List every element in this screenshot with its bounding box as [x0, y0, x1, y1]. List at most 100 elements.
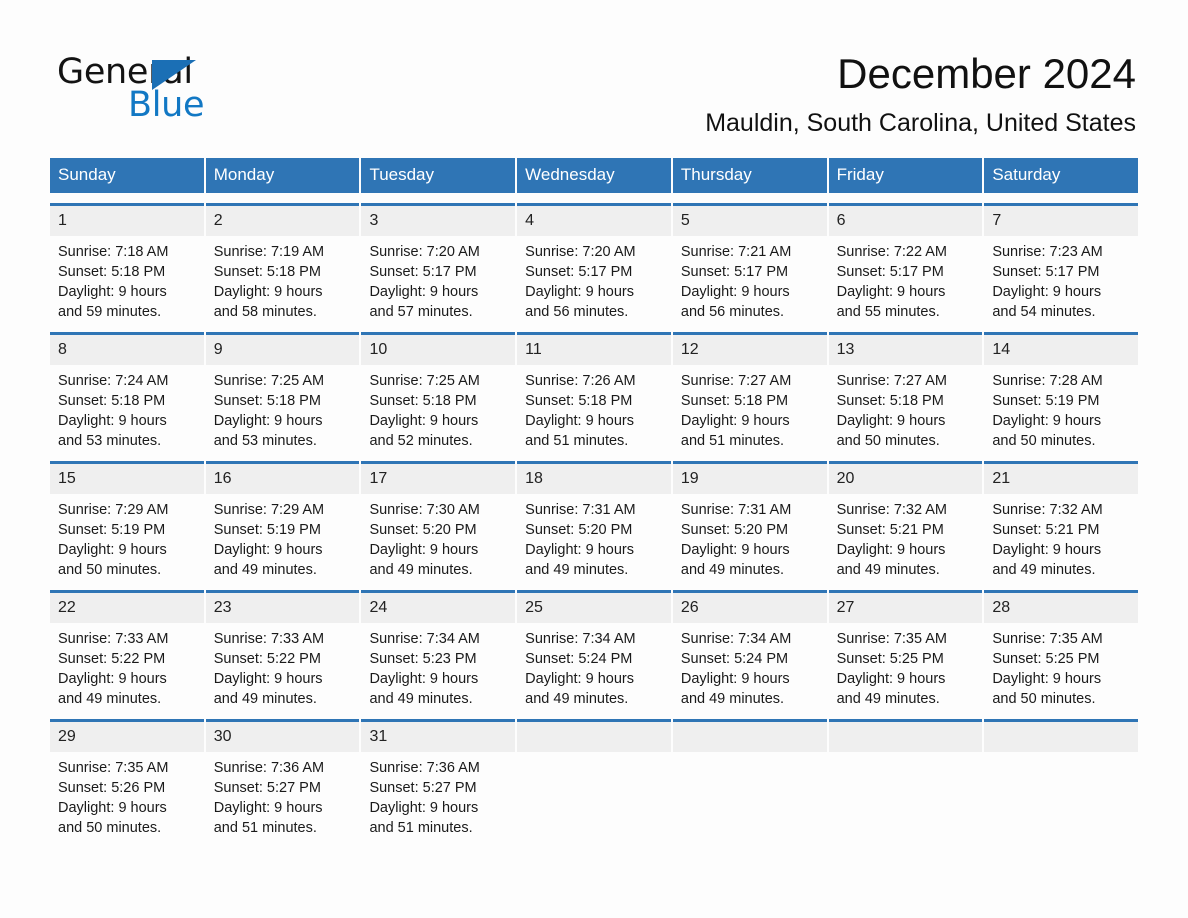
daylight-text-line1: Daylight: 9 hours: [369, 413, 479, 429]
day-number: 8: [50, 335, 204, 365]
sunset-text: Sunset: 5:17 PM: [525, 264, 633, 280]
day-number: 22: [50, 593, 204, 623]
daylight-text-line2: and 57 minutes.: [369, 304, 473, 320]
day-info: Sunrise: 7:31 AM Sunset: 5:20 PM Dayligh…: [517, 494, 671, 580]
day-info: Sunrise: 7:35 AM Sunset: 5:25 PM Dayligh…: [984, 623, 1138, 709]
daylight-text-line1: Daylight: 9 hours: [525, 284, 634, 300]
sunrise-text: Sunrise: 7:30 AM: [369, 502, 480, 518]
sunrise-text: Sunrise: 7:35 AM: [58, 760, 169, 776]
daylight-text-line2: and 49 minutes.: [525, 691, 629, 707]
day-cell-empty: [672, 719, 827, 838]
day-number: 12: [672, 335, 827, 365]
day-cell[interactable]: 9 Sunrise: 7:25 AM Sunset: 5:18 PM Dayli…: [205, 332, 360, 451]
day-cell[interactable]: 4 Sunrise: 7:20 AM Sunset: 5:17 PM Dayli…: [517, 203, 671, 322]
weekday-header-thursday: Thursday: [672, 158, 827, 193]
calendar-page: General Blue December 2024 Mauldin, Sout…: [0, 0, 1188, 918]
day-cell[interactable]: 23 Sunrise: 7:33 AM Sunset: 5:22 PM Dayl…: [205, 590, 360, 709]
sunset-text: Sunset: 5:18 PM: [836, 393, 944, 409]
day-cell[interactable]: 17 Sunrise: 7:30 AM Sunset: 5:20 PM Dayl…: [361, 461, 516, 580]
day-number: 4: [517, 206, 671, 236]
day-cell[interactable]: 20 Sunrise: 7:32 AM Sunset: 5:21 PM Dayl…: [828, 461, 983, 580]
day-info: Sunrise: 7:19 AM Sunset: 5:18 PM Dayligh…: [206, 236, 360, 322]
sunset-text: Sunset: 5:25 PM: [836, 651, 944, 667]
daylight-text-line1: Daylight: 9 hours: [525, 671, 634, 687]
sunrise-text: Sunrise: 7:24 AM: [58, 373, 169, 389]
sunset-text: Sunset: 5:24 PM: [680, 651, 789, 667]
sunset-text: Sunset: 5:22 PM: [58, 651, 166, 667]
sunset-text: Sunset: 5:26 PM: [58, 780, 166, 796]
day-cell-empty: [984, 719, 1139, 838]
day-info: Sunrise: 7:25 AM Sunset: 5:18 PM Dayligh…: [361, 365, 515, 451]
day-cell[interactable]: 12 Sunrise: 7:27 AM Sunset: 5:18 PM Dayl…: [672, 332, 827, 451]
daylight-text-line1: Daylight: 9 hours: [992, 284, 1102, 300]
day-cell[interactable]: 25 Sunrise: 7:34 AM Sunset: 5:24 PM Dayl…: [517, 590, 671, 709]
day-cell[interactable]: 11 Sunrise: 7:26 AM Sunset: 5:18 PM Dayl…: [517, 332, 671, 451]
sunrise-text: Sunrise: 7:29 AM: [58, 502, 169, 518]
day-info: Sunrise: 7:31 AM Sunset: 5:20 PM Dayligh…: [673, 494, 827, 580]
sunrise-text: Sunrise: 7:34 AM: [680, 631, 792, 647]
sunrise-text: Sunrise: 7:27 AM: [836, 373, 948, 389]
sunrise-text: Sunrise: 7:21 AM: [680, 244, 792, 260]
sunrise-text: Sunrise: 7:35 AM: [992, 631, 1103, 647]
day-number: 26: [672, 593, 827, 623]
day-cell[interactable]: 15 Sunrise: 7:29 AM Sunset: 5:19 PM Dayl…: [50, 461, 204, 580]
day-cell[interactable]: 22 Sunrise: 7:33 AM Sunset: 5:22 PM Dayl…: [50, 590, 204, 709]
daylight-text-line1: Daylight: 9 hours: [369, 542, 479, 558]
sunrise-text: Sunrise: 7:36 AM: [213, 760, 325, 776]
day-cell[interactable]: 24 Sunrise: 7:34 AM Sunset: 5:23 PM Dayl…: [361, 590, 516, 709]
daylight-text-line2: and 59 minutes.: [58, 304, 162, 320]
daylight-text-line2: and 49 minutes.: [992, 562, 1096, 578]
day-info: Sunrise: 7:35 AM Sunset: 5:25 PM Dayligh…: [829, 623, 983, 709]
daylight-text-line1: Daylight: 9 hours: [58, 413, 167, 429]
day-cell[interactable]: 29 Sunrise: 7:35 AM Sunset: 5:26 PM Dayl…: [50, 719, 204, 838]
sunrise-text: Sunrise: 7:32 AM: [836, 502, 948, 518]
sunrise-text: Sunrise: 7:28 AM: [992, 373, 1103, 389]
day-cell[interactable]: 26 Sunrise: 7:34 AM Sunset: 5:24 PM Dayl…: [672, 590, 827, 709]
daylight-text-line1: Daylight: 9 hours: [680, 671, 790, 687]
weekday-header-saturday: Saturday: [984, 158, 1139, 193]
day-number: 6: [828, 206, 983, 236]
day-cell[interactable]: 21 Sunrise: 7:32 AM Sunset: 5:21 PM Dayl…: [984, 461, 1139, 580]
day-number: 23: [205, 593, 360, 623]
daylight-text-line2: and 49 minutes.: [213, 562, 317, 578]
day-info: Sunrise: 7:21 AM Sunset: 5:17 PM Dayligh…: [673, 236, 827, 322]
day-cell[interactable]: 13 Sunrise: 7:27 AM Sunset: 5:18 PM Dayl…: [828, 332, 983, 451]
day-cell[interactable]: 10 Sunrise: 7:25 AM Sunset: 5:18 PM Dayl…: [361, 332, 516, 451]
weekday-header-sunday: Sunday: [50, 158, 204, 193]
day-cell[interactable]: 3 Sunrise: 7:20 AM Sunset: 5:17 PM Dayli…: [361, 203, 516, 322]
daylight-text-line1: Daylight: 9 hours: [836, 284, 946, 300]
day-cell[interactable]: 27 Sunrise: 7:35 AM Sunset: 5:25 PM Dayl…: [828, 590, 983, 709]
day-cell[interactable]: 7 Sunrise: 7:23 AM Sunset: 5:17 PM Dayli…: [984, 203, 1139, 322]
sunset-text: Sunset: 5:17 PM: [836, 264, 944, 280]
day-cell[interactable]: 2 Sunrise: 7:19 AM Sunset: 5:18 PM Dayli…: [205, 203, 360, 322]
day-cell[interactable]: 19 Sunrise: 7:31 AM Sunset: 5:20 PM Dayl…: [672, 461, 827, 580]
daylight-text-line2: and 50 minutes.: [836, 433, 940, 449]
generalblue-logo[interactable]: General Blue: [57, 52, 357, 125]
day-number: 5: [672, 206, 827, 236]
day-info: Sunrise: 7:20 AM Sunset: 5:17 PM Dayligh…: [361, 236, 515, 322]
day-cell[interactable]: 31 Sunrise: 7:36 AM Sunset: 5:27 PM Dayl…: [361, 719, 516, 838]
day-info: Sunrise: 7:20 AM Sunset: 5:17 PM Dayligh…: [517, 236, 671, 322]
sunset-text: Sunset: 5:18 PM: [213, 264, 321, 280]
sunset-text: Sunset: 5:27 PM: [213, 780, 321, 796]
week-row: 29 Sunrise: 7:35 AM Sunset: 5:26 PM Dayl…: [50, 719, 1139, 838]
daylight-text-line1: Daylight: 9 hours: [836, 413, 946, 429]
day-number: 27: [828, 593, 983, 623]
sunrise-text: Sunrise: 7:34 AM: [525, 631, 636, 647]
week-row: 15 Sunrise: 7:29 AM Sunset: 5:19 PM Dayl…: [50, 461, 1139, 580]
day-cell[interactable]: 5 Sunrise: 7:21 AM Sunset: 5:17 PM Dayli…: [672, 203, 827, 322]
day-cell[interactable]: 8 Sunrise: 7:24 AM Sunset: 5:18 PM Dayli…: [50, 332, 204, 451]
day-info: Sunrise: 7:34 AM Sunset: 5:24 PM Dayligh…: [673, 623, 827, 709]
day-cell[interactable]: 1 Sunrise: 7:18 AM Sunset: 5:18 PM Dayli…: [50, 203, 204, 322]
day-cell[interactable]: 28 Sunrise: 7:35 AM Sunset: 5:25 PM Dayl…: [984, 590, 1139, 709]
day-cell[interactable]: 30 Sunrise: 7:36 AM Sunset: 5:27 PM Dayl…: [205, 719, 360, 838]
day-cell[interactable]: 18 Sunrise: 7:31 AM Sunset: 5:20 PM Dayl…: [517, 461, 671, 580]
day-cell[interactable]: 6 Sunrise: 7:22 AM Sunset: 5:17 PM Dayli…: [828, 203, 983, 322]
daylight-text-line2: and 54 minutes.: [992, 304, 1096, 320]
day-number: 10: [361, 335, 516, 365]
sunrise-text: Sunrise: 7:27 AM: [680, 373, 792, 389]
day-cell[interactable]: 16 Sunrise: 7:29 AM Sunset: 5:19 PM Dayl…: [205, 461, 360, 580]
sunset-text: Sunset: 5:17 PM: [992, 264, 1100, 280]
sunrise-text: Sunrise: 7:29 AM: [213, 502, 325, 518]
day-cell[interactable]: 14 Sunrise: 7:28 AM Sunset: 5:19 PM Dayl…: [984, 332, 1139, 451]
